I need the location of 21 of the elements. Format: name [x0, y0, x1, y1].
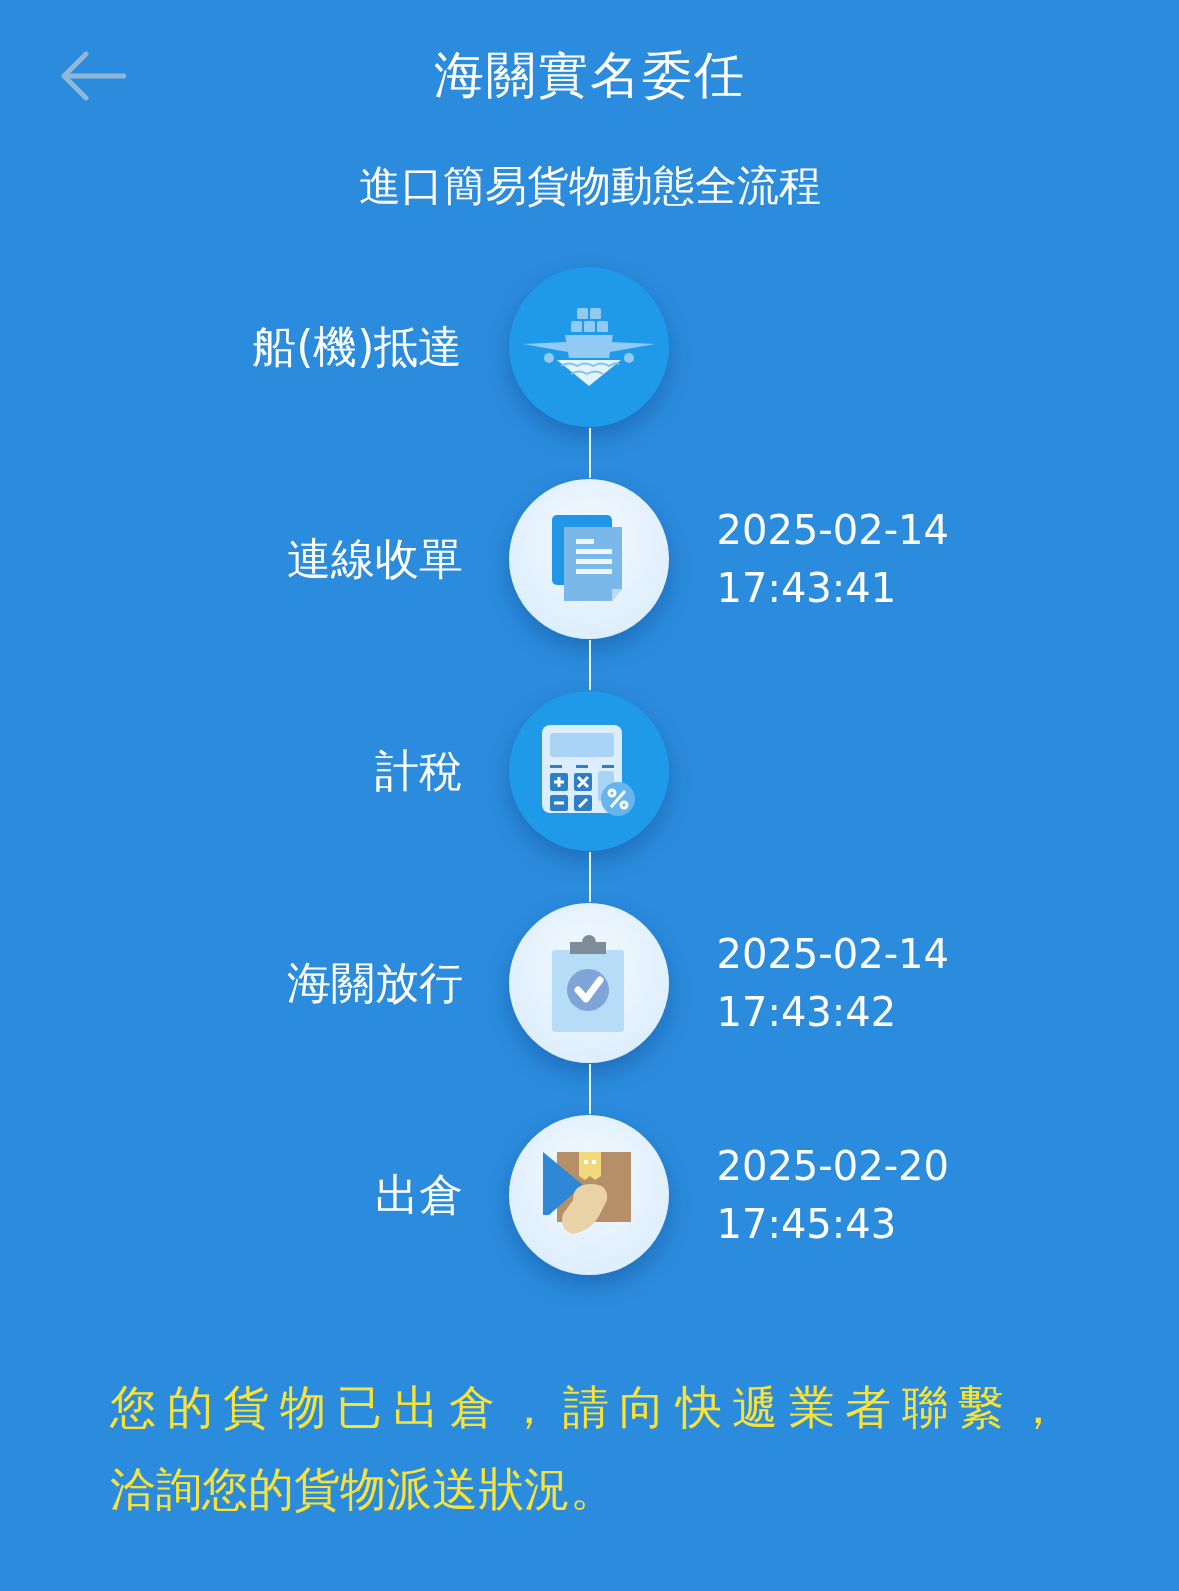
- step-label: 連線收單: [286, 531, 464, 586]
- page-title: 海關實名委任: [433, 44, 746, 106]
- step-date: 2025-02-14: [716, 930, 949, 979]
- connector-line: [588, 852, 591, 902]
- step-time: 17:45:43: [716, 1200, 897, 1249]
- step-label: 船(機)抵達: [252, 319, 464, 374]
- step-time: 17:43:41: [716, 564, 897, 613]
- calculator-icon: [541, 725, 636, 817]
- clipboard-check-icon: [551, 934, 626, 1032]
- connector-line: [588, 640, 591, 690]
- step-date: 2025-02-14: [716, 506, 949, 555]
- step-time: 17:43:42: [716, 988, 897, 1037]
- status-message: 您的貨物已出倉，請向快遞業者聯繫，: [110, 1380, 1061, 1434]
- connector-line: [588, 428, 591, 478]
- connector-line: [588, 1064, 591, 1114]
- step-date: 2025-02-20: [716, 1142, 949, 1191]
- status-message: 洽詢您的貨物派送狀況。: [110, 1462, 616, 1516]
- step-label: 出倉: [374, 1167, 464, 1222]
- step-label: 海關放行: [286, 955, 464, 1010]
- step-label: 計稅: [374, 743, 464, 798]
- section-subtitle: 進口簡易貨物動態全流程: [358, 161, 821, 210]
